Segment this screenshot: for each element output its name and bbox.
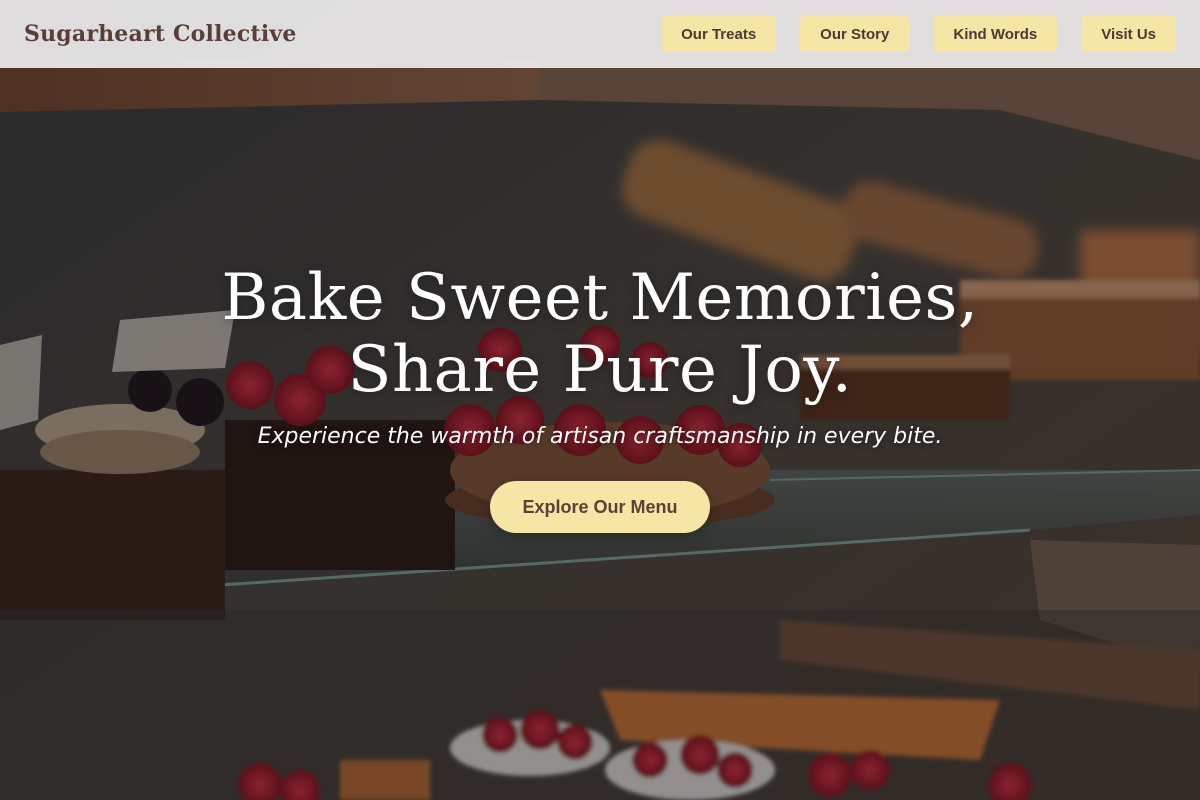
main-nav: Our Treats Our Story Kind Words Visit Us bbox=[661, 16, 1176, 52]
hero-headline-line-1: Bake Sweet Memories, bbox=[221, 261, 979, 335]
nav-kind-words[interactable]: Kind Words bbox=[933, 16, 1058, 52]
hero-headline-line-2: Share Pure Joy. bbox=[347, 333, 853, 407]
nav-visit-us[interactable]: Visit Us bbox=[1081, 16, 1176, 52]
hero-section: Bake Sweet Memories, Share Pure Joy. Exp… bbox=[0, 0, 1200, 800]
hero-headline: Bake Sweet Memories, Share Pure Joy. bbox=[221, 262, 978, 406]
hero-tagline: Experience the warmth of artisan craftsm… bbox=[257, 424, 943, 449]
brand-logo-text[interactable]: Sugarheart Collective bbox=[24, 21, 297, 47]
nav-our-treats[interactable]: Our Treats bbox=[661, 16, 777, 52]
explore-menu-button[interactable]: Explore Our Menu bbox=[490, 481, 710, 533]
top-navigation-bar: Sugarheart Collective Our Treats Our Sto… bbox=[0, 0, 1200, 68]
hero-content: Bake Sweet Memories, Share Pure Joy. Exp… bbox=[0, 262, 1200, 533]
nav-our-story[interactable]: Our Story bbox=[800, 16, 910, 52]
